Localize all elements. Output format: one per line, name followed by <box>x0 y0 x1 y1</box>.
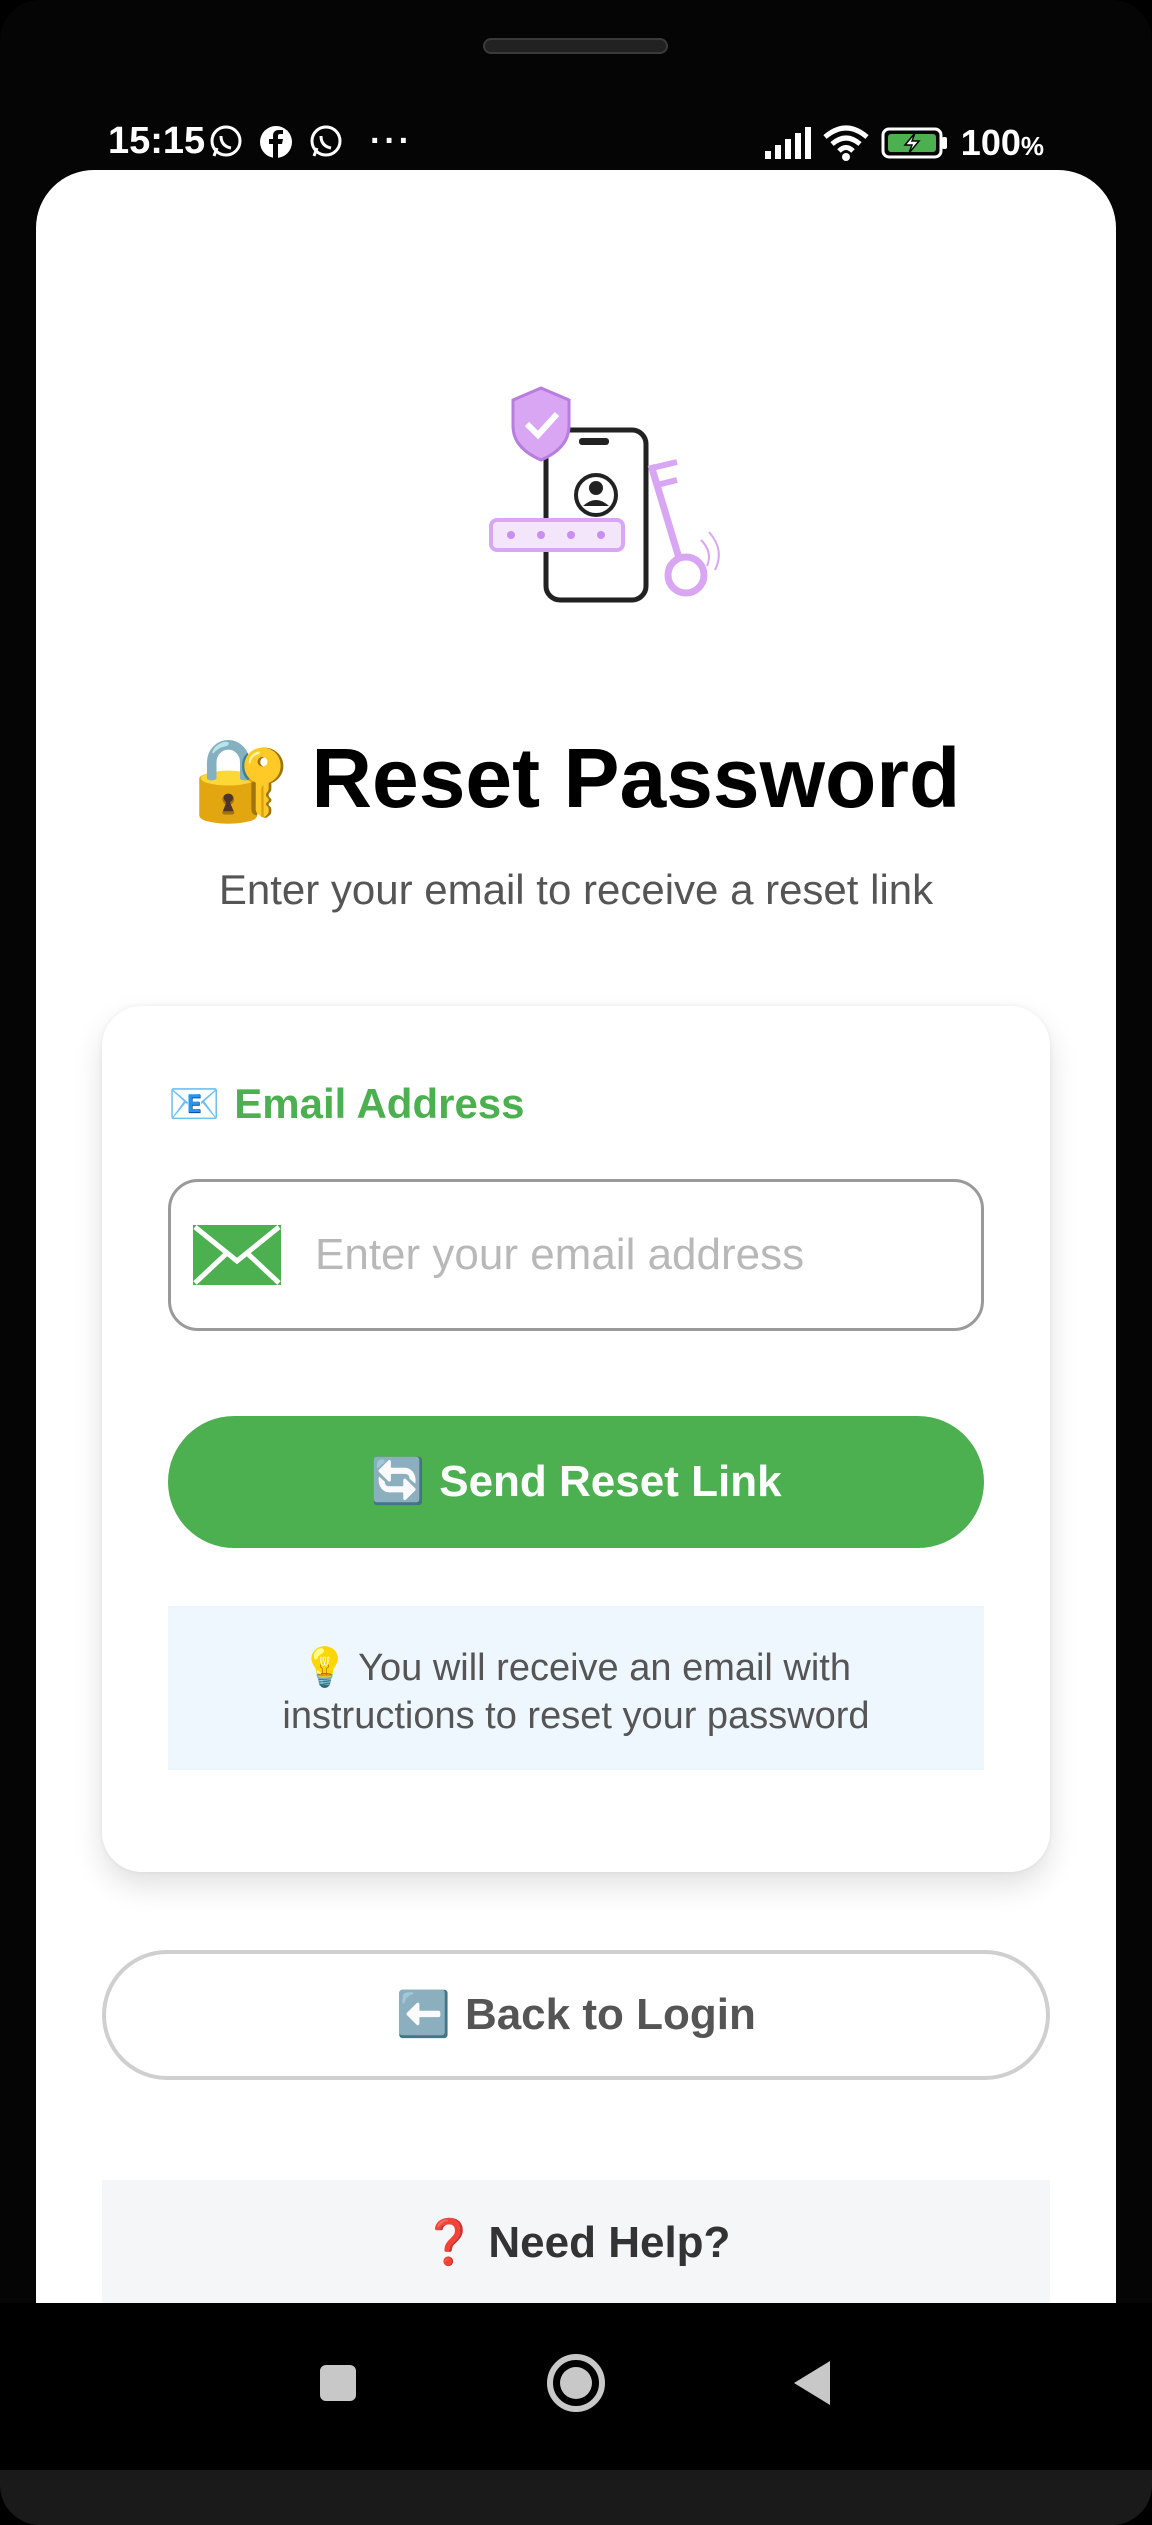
page-title: 🔐 Reset Password <box>36 730 1116 827</box>
notification-icons: ··· <box>208 122 413 161</box>
status-time: 15:15 <box>108 120 206 162</box>
home-button[interactable] <box>536 2343 616 2423</box>
system-navigation-bar <box>0 2303 1152 2473</box>
device-frame: 15:15 ··· 100% 🔐 Reset Password Enter yo… <box>0 0 1152 2525</box>
whatsapp-icon <box>310 125 342 157</box>
system-icons: 100% <box>763 122 1044 164</box>
help-title: ❓ Need Help? <box>102 2216 1050 2268</box>
email-icon: 📧 <box>168 1080 221 1127</box>
email-label: 📧 Email Address <box>168 1080 525 1129</box>
back-arrow-icon: ⬅️ <box>396 1990 451 2039</box>
signal-icon <box>764 127 811 159</box>
back-button[interactable] <box>772 2343 852 2423</box>
email-input-container[interactable] <box>168 1179 984 1331</box>
back-triangle-icon <box>794 2361 830 2405</box>
info-line-2: instructions to reset your password <box>282 1695 870 1737</box>
security-phone-illustration <box>489 386 720 603</box>
reset-form-card: 📧 Email Address 🔄 Send Reset Link 💡 You wi… <box>102 1006 1050 1872</box>
help-section: ❓ Need Help? <box>102 2180 1050 2303</box>
email-label-text: Email Address <box>234 1080 525 1127</box>
page-title-text: Reset Password <box>311 731 961 825</box>
wifi-icon <box>823 125 869 161</box>
home-circle-icon <box>547 2354 605 2412</box>
send-reset-link-label: Send Reset Link <box>439 1457 782 1506</box>
envelope-icon <box>193 1225 281 1285</box>
more-notifications-icon: ··· <box>370 122 413 160</box>
facebook-icon <box>260 125 292 158</box>
lightbulb-icon: 💡 <box>300 1647 349 1689</box>
question-mark-icon: ❓ <box>421 2218 477 2267</box>
back-to-login-label: Back to Login <box>464 1990 756 2039</box>
battery-charging-icon <box>881 127 947 159</box>
page-subtitle: Enter your email to receive a reset link <box>218 866 934 913</box>
send-reset-link-button[interactable]: 🔄 Send Reset Link <box>168 1416 984 1548</box>
back-to-login-button[interactable]: ⬅️ Back to Login <box>102 1950 1050 2080</box>
info-box: 💡 You will receive an email with instruc… <box>168 1606 984 1770</box>
app-screen: 🔐 Reset Password Enter your email to rece… <box>36 170 1116 2303</box>
email-input[interactable] <box>313 1229 937 1281</box>
info-line-1: 💡 You will receive an email with <box>300 1647 852 1689</box>
battery-percent: 100% <box>960 122 1044 163</box>
help-title-text: Need Help? <box>488 2218 731 2267</box>
refresh-icon: 🔄 <box>370 1457 426 1506</box>
recents-button[interactable] <box>298 2343 378 2423</box>
device-bottom-bezel <box>0 2470 1152 2525</box>
whatsapp-icon <box>210 125 242 157</box>
square-icon <box>320 2365 356 2401</box>
lock-with-key-icon: 🔐 <box>191 735 292 824</box>
earpiece-speaker <box>483 38 668 54</box>
